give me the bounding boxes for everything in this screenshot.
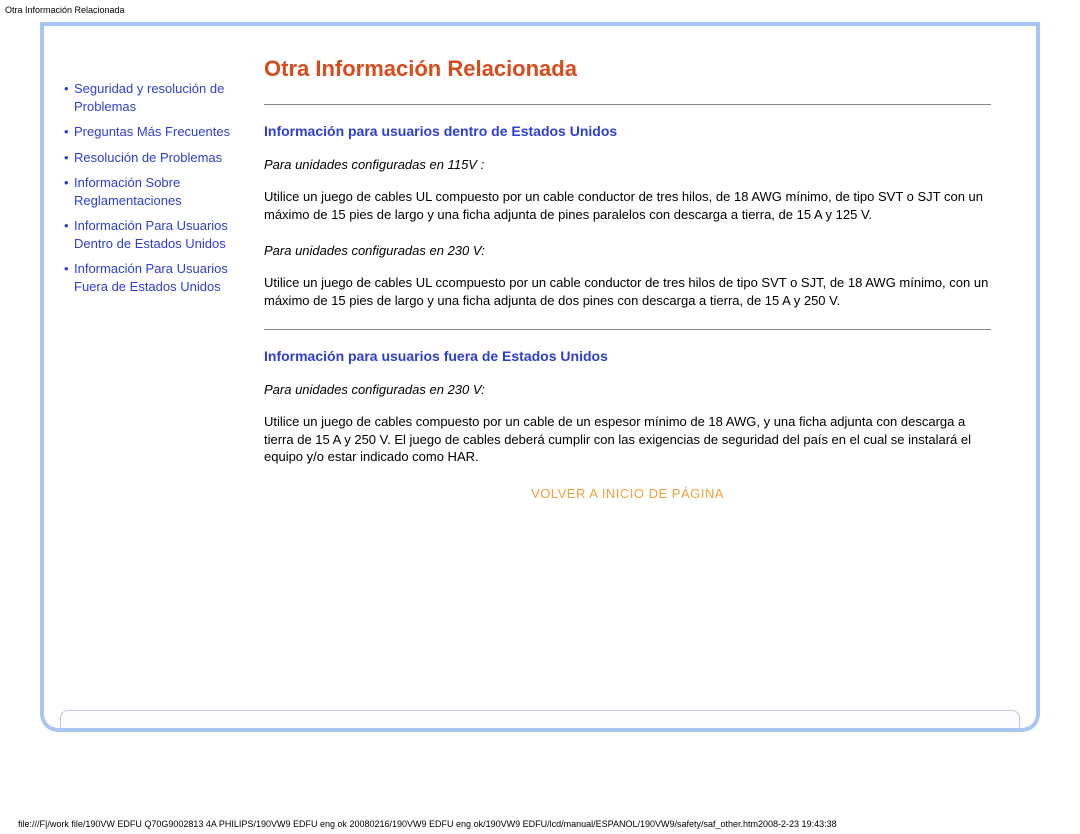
sidebar-item-us-outside[interactable]: Información Para Usuarios Fuera de Estad… bbox=[64, 256, 239, 299]
sidebar-link[interactable]: Seguridad y resolución de Problemas bbox=[74, 81, 224, 114]
sidebar-item-troubleshoot[interactable]: Resolución de Problemas bbox=[64, 145, 239, 171]
sidebar: Seguridad y resolución de Problemas Preg… bbox=[44, 26, 254, 706]
divider bbox=[264, 104, 991, 105]
subheading-230v-a: Para unidades configuradas en 230 V: bbox=[264, 243, 991, 258]
outer-frame: Seguridad y resolución de Problemas Preg… bbox=[40, 22, 1040, 732]
section-heading-us-outside: Información para usuarios fuera de Estad… bbox=[264, 348, 991, 364]
back-to-top-link[interactable]: VOLVER A INICIO DE PÁGINA bbox=[264, 486, 991, 501]
inner-frame: Seguridad y resolución de Problemas Preg… bbox=[44, 26, 1036, 728]
subheading-115v: Para unidades configuradas en 115V : bbox=[264, 157, 991, 172]
divider bbox=[264, 329, 991, 330]
sidebar-link[interactable]: Información Para Usuarios Dentro de Esta… bbox=[74, 218, 228, 251]
subheading-230v-b: Para unidades configuradas en 230 V: bbox=[264, 382, 991, 397]
sidebar-item-us-inside[interactable]: Información Para Usuarios Dentro de Esta… bbox=[64, 213, 239, 256]
sidebar-list: Seguridad y resolución de Problemas Preg… bbox=[64, 76, 239, 299]
section-heading-us-inside: Información para usuarios dentro de Esta… bbox=[264, 123, 991, 139]
content-wrapper: Seguridad y resolución de Problemas Preg… bbox=[44, 26, 1036, 706]
sidebar-item-regulations[interactable]: Información Sobre Reglamentaciones bbox=[64, 170, 239, 213]
footer-path-text: file:///F|/work file/190VW EDFU Q70G9002… bbox=[18, 819, 837, 829]
sidebar-link[interactable]: Resolución de Problemas bbox=[74, 150, 222, 165]
paragraph-230v-b: Utilice un juego de cables compuesto por… bbox=[264, 413, 991, 466]
sidebar-item-faq[interactable]: Preguntas Más Frecuentes bbox=[64, 119, 239, 145]
sidebar-link[interactable]: Información Para Usuarios Fuera de Estad… bbox=[74, 261, 228, 294]
page-title: Otra Información Relacionada bbox=[264, 56, 991, 82]
main-content: Otra Información Relacionada Información… bbox=[254, 26, 1036, 706]
paragraph-115v: Utilice un juego de cables UL compuesto … bbox=[264, 188, 991, 223]
sidebar-link[interactable]: Información Sobre Reglamentaciones bbox=[74, 175, 182, 208]
window-header-text: Otra Información Relacionada bbox=[5, 5, 125, 15]
sidebar-item-safety[interactable]: Seguridad y resolución de Problemas bbox=[64, 76, 239, 119]
sidebar-link[interactable]: Preguntas Más Frecuentes bbox=[74, 124, 230, 139]
bottom-tab-decoration bbox=[60, 710, 1020, 728]
paragraph-230v-a: Utilice un juego de cables UL ccompuesto… bbox=[264, 274, 991, 309]
